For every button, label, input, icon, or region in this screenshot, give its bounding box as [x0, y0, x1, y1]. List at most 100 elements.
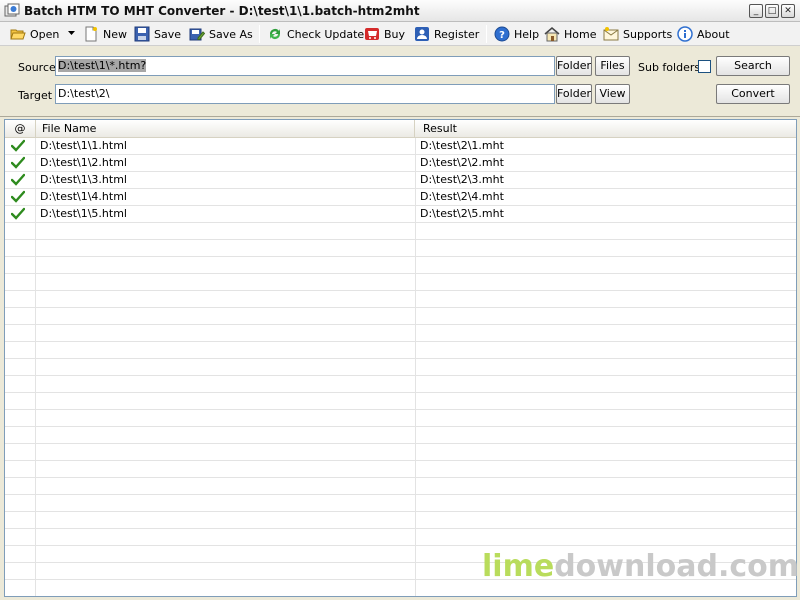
empty-table-row: [5, 512, 796, 529]
table-row[interactable]: D:\test\1\2.html D:\test\2\2.mht: [5, 155, 796, 172]
column-header-status[interactable]: @: [5, 120, 36, 138]
result-cell: D:\test\2\2.mht: [420, 156, 504, 169]
help-icon: ?: [494, 26, 510, 42]
result-cell: D:\test\2\4.mht: [420, 190, 504, 203]
status-cell: [5, 461, 36, 477]
shopping-cart-icon: [365, 28, 379, 40]
supports-button[interactable]: Supports: [603, 24, 672, 44]
empty-table-row: [5, 444, 796, 461]
minimize-button[interactable]: _: [749, 4, 763, 18]
search-button[interactable]: Search: [716, 56, 790, 76]
target-folder-button[interactable]: Folder: [556, 84, 592, 104]
file-name-cell: D:\test\1\5.html: [36, 206, 416, 222]
target-view-button[interactable]: View: [595, 84, 630, 104]
file-name-cell: [36, 308, 416, 324]
save-button[interactable]: Save: [134, 24, 181, 44]
source-files-button[interactable]: Files: [595, 56, 630, 76]
check-update-button[interactable]: Check Update: [267, 24, 364, 44]
status-cell: [5, 172, 36, 188]
refresh-icon: [270, 29, 280, 39]
open-folder-icon: [10, 29, 26, 40]
check-mark-icon: [11, 207, 25, 220]
status-cell: [5, 291, 36, 307]
empty-table-row: [5, 376, 796, 393]
status-cell: [5, 155, 36, 171]
status-cell: [5, 359, 36, 375]
file-name-cell: [36, 546, 416, 562]
status-cell: [5, 257, 36, 273]
file-name-cell: [36, 444, 416, 460]
source-folder-button[interactable]: Folder: [556, 56, 592, 76]
result-cell: [416, 308, 796, 324]
home-label: Home: [564, 27, 597, 41]
result-cell: [416, 257, 796, 273]
register-button[interactable]: Register: [414, 24, 479, 44]
empty-table-row: [5, 325, 796, 342]
svg-text:?: ?: [499, 30, 505, 41]
open-label: Open: [30, 27, 60, 41]
save-as-label: Save As: [209, 27, 253, 41]
help-button[interactable]: ? Help: [494, 24, 539, 44]
source-input[interactable]: D:\test\1\*.htm?: [55, 56, 555, 76]
result-cell: [416, 342, 796, 358]
table-row[interactable]: D:\test\1\5.html D:\test\2\5.mht: [5, 206, 796, 223]
open-dropdown-arrow-icon[interactable]: [68, 29, 75, 36]
file-name-cell: [36, 376, 416, 392]
column-header-result[interactable]: Result: [415, 120, 796, 138]
app-icon: [4, 3, 20, 17]
watermark: limedownload.com: [482, 549, 799, 584]
status-cell: [5, 342, 36, 358]
status-cell: [5, 138, 36, 154]
table-row[interactable]: D:\test\1\4.html D:\test\2\4.mht: [5, 189, 796, 206]
file-name-cell: [36, 342, 416, 358]
toolbar-separator: [259, 25, 260, 43]
save-label: Save: [154, 27, 182, 41]
grid-rows: D:\test\1\1.html D:\test\2\1.mht D:\test\1…: [5, 138, 796, 596]
close-button[interactable]: ✕: [781, 4, 795, 18]
window-title: Batch HTM TO MHT Converter - D:\test\1\1…: [24, 4, 420, 18]
file-name-cell: [36, 274, 416, 290]
status-cell: [5, 393, 36, 409]
file-name-cell: [36, 461, 416, 477]
file-name-cell: [36, 478, 416, 494]
maximize-button[interactable]: □: [765, 4, 779, 18]
about-button[interactable]: About: [677, 24, 730, 44]
result-cell: D:\test\2\5.mht: [420, 207, 504, 220]
status-cell: [5, 580, 36, 596]
target-input[interactable]: D:\test\2\: [55, 84, 555, 104]
info-icon: [677, 26, 693, 42]
file-name-cell: [36, 427, 416, 443]
open-button[interactable]: Open: [10, 24, 59, 44]
new-file-icon: [85, 26, 97, 42]
about-label: About: [697, 27, 730, 41]
convert-button[interactable]: Convert: [716, 84, 790, 104]
result-cell: [416, 291, 796, 307]
status-cell: [5, 478, 36, 494]
buy-button[interactable]: Buy: [364, 24, 405, 44]
file-name-cell: [36, 223, 416, 239]
result-cell: [416, 393, 796, 409]
new-label: New: [103, 27, 127, 41]
register-label: Register: [434, 27, 480, 41]
table-row[interactable]: D:\test\1\1.html D:\test\2\1.mht: [5, 138, 796, 155]
save-as-icon: [189, 28, 205, 41]
table-row[interactable]: D:\test\1\3.html D:\test\2\3.mht: [5, 172, 796, 189]
status-cell: [5, 495, 36, 511]
check-mark-icon: [11, 173, 25, 186]
check-mark-icon: [11, 139, 25, 152]
save-as-button[interactable]: Save As: [189, 24, 253, 44]
new-button[interactable]: New: [83, 24, 127, 44]
status-cell: [5, 240, 36, 256]
file-list-grid[interactable]: @ File Name Result D:\test\1\1.html D:\te…: [4, 119, 797, 597]
subfolders-checkbox[interactable]: [698, 60, 711, 73]
status-cell: [5, 189, 36, 205]
home-button[interactable]: Home: [544, 24, 596, 44]
buy-label: Buy: [384, 27, 406, 41]
file-name-cell: [36, 512, 416, 528]
file-name-cell: D:\test\1\4.html: [36, 189, 416, 205]
result-cell: [416, 444, 796, 460]
status-cell: [5, 308, 36, 324]
result-cell: D:\test\2\3.mht: [420, 173, 504, 186]
column-header-file-name[interactable]: File Name: [36, 120, 415, 138]
result-cell: [416, 529, 796, 545]
